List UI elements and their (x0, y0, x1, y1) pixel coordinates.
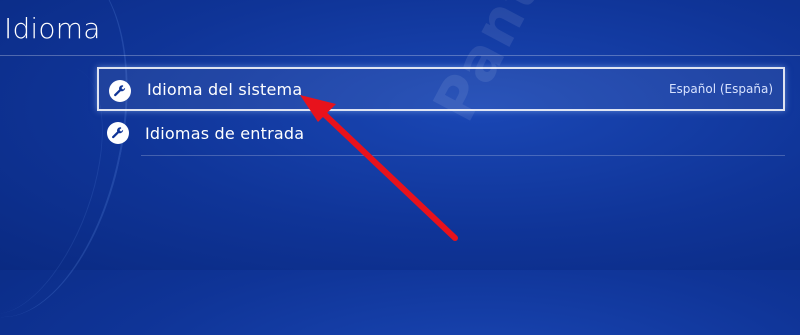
annotation-arrow (300, 95, 458, 241)
